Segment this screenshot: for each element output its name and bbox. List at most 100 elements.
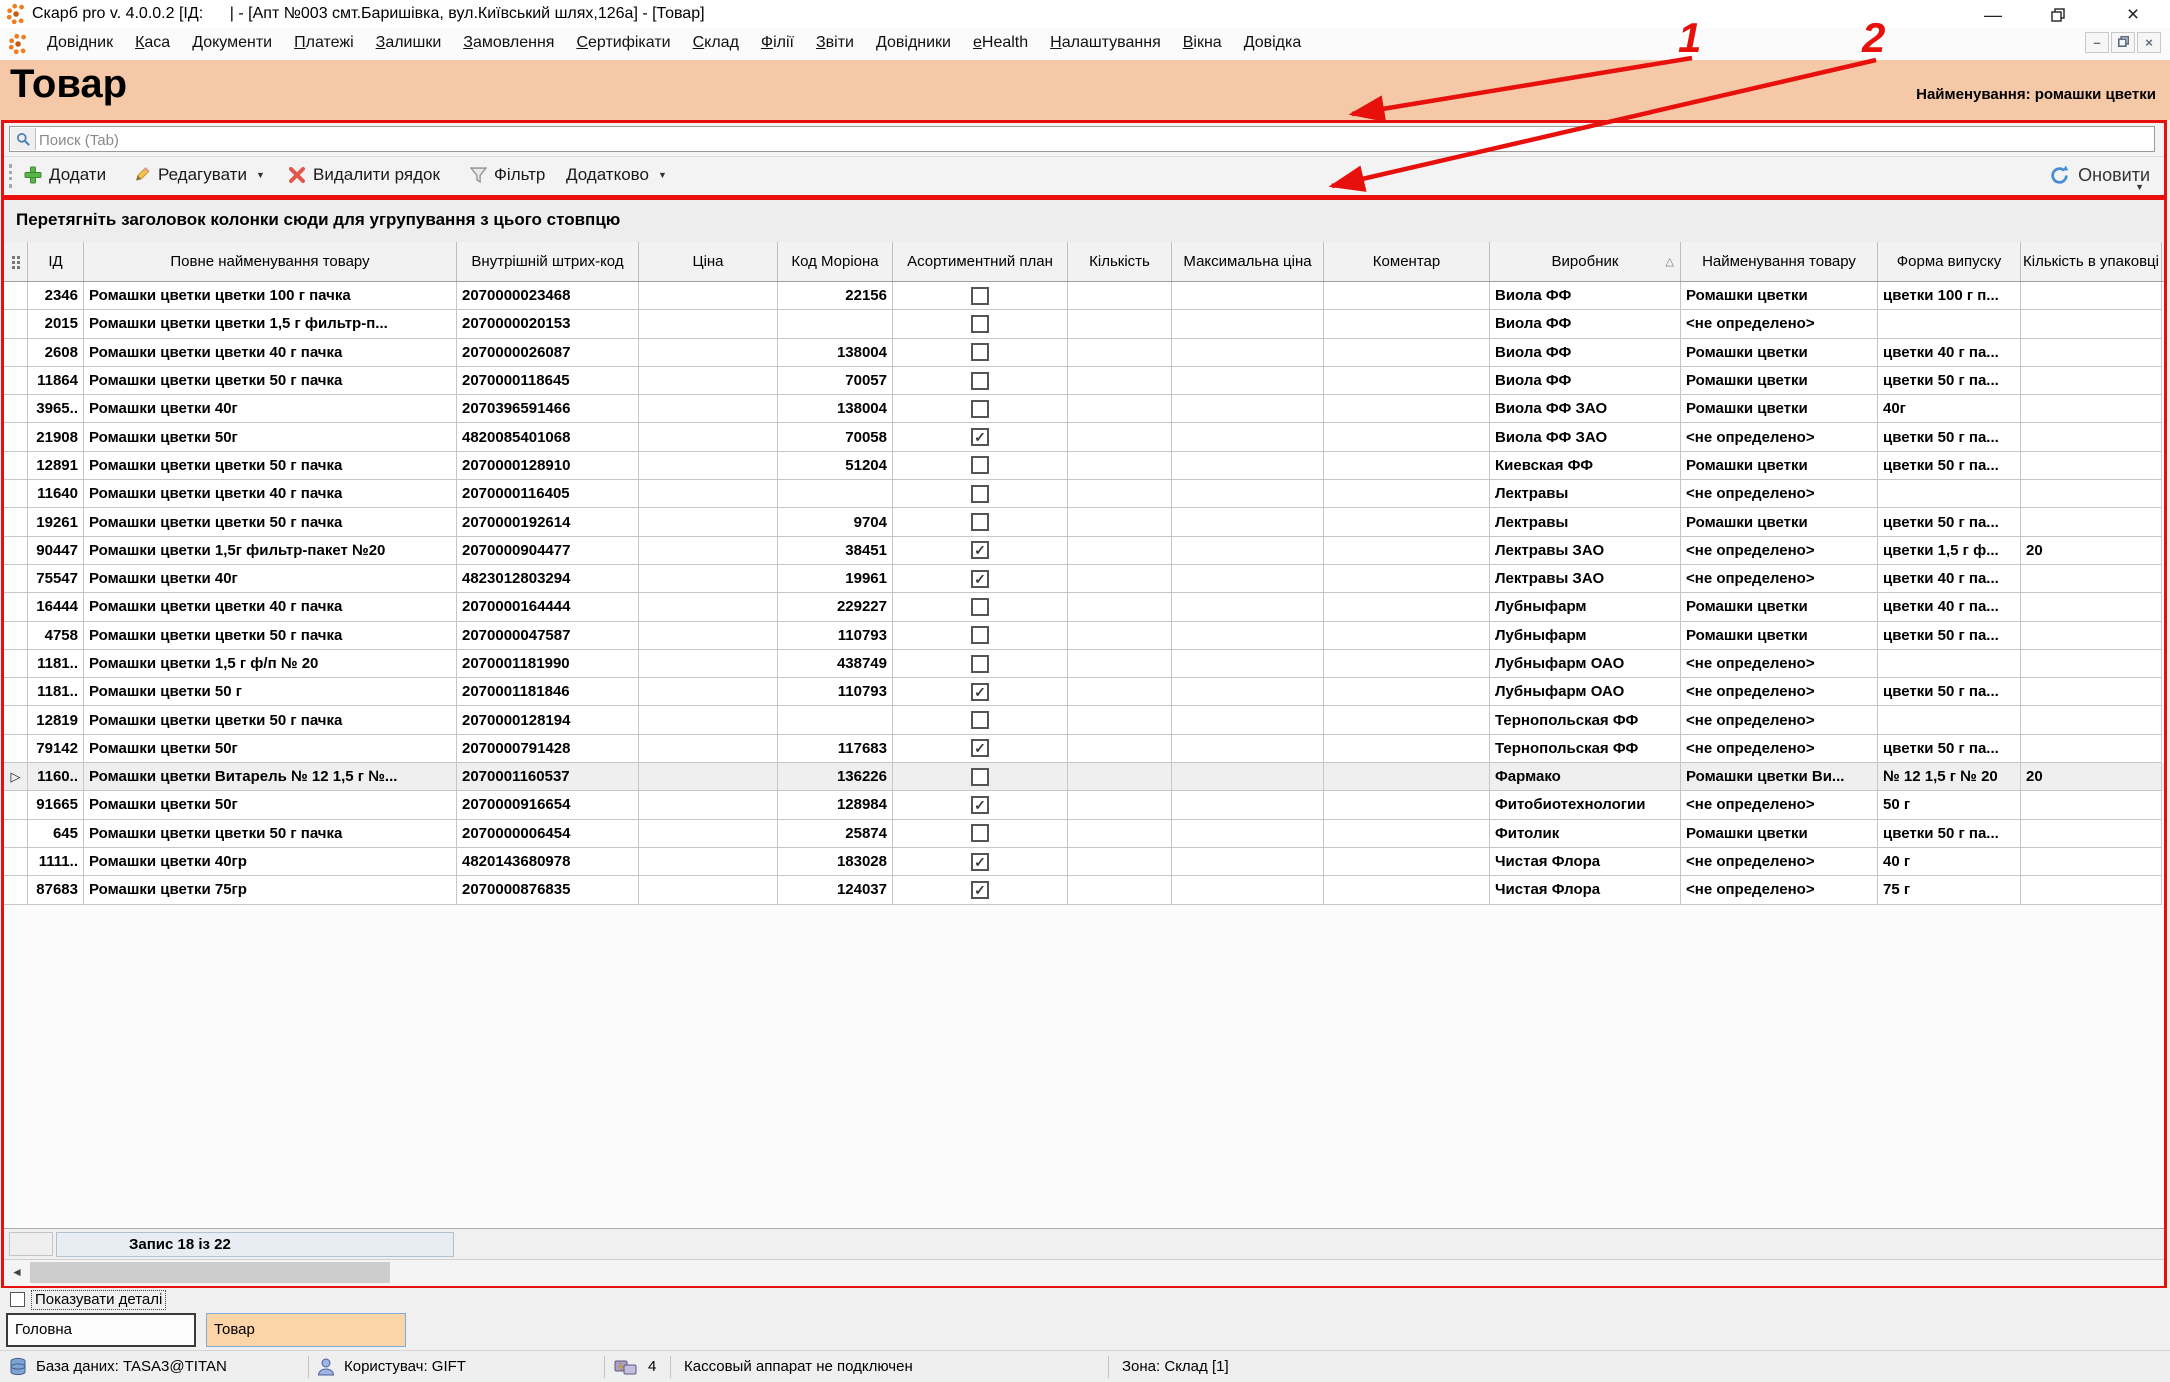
plan-checkbox[interactable] (971, 626, 989, 644)
plan-checkbox[interactable] (971, 768, 989, 786)
plan-checkbox[interactable] (971, 372, 989, 390)
menu-item-3[interactable]: Платежі (283, 32, 365, 54)
column-header-4[interactable]: Код Моріона (778, 242, 893, 281)
plan-checkbox[interactable]: ✓ (971, 683, 989, 701)
table-row[interactable]: ▷1160..Ромашки цветки Витарель № 12 1,5 … (4, 763, 2164, 791)
restore-button[interactable] (2043, 5, 2073, 27)
column-header-0[interactable]: ІД (28, 242, 84, 281)
table-row[interactable]: 90447Ромашки цветки 1,5г фильтр-пакет №2… (4, 537, 2164, 565)
plan-checkbox[interactable]: ✓ (971, 853, 989, 871)
table-row[interactable]: 1181..Ромашки цветки 50 г207000118184611… (4, 678, 2164, 706)
table-row[interactable]: 2346Ромашки цветки цветки 100 г пачка207… (4, 282, 2164, 310)
tab-tovar[interactable]: Товар (206, 1313, 406, 1347)
tab-holovna[interactable]: Головна (6, 1313, 196, 1347)
plan-checkbox[interactable]: ✓ (971, 570, 989, 588)
column-header-6[interactable]: Кількість (1068, 242, 1172, 281)
table-row[interactable]: 1181..Ромашки цветки 1,5 г ф/п № 2020700… (4, 650, 2164, 678)
menu-item-13[interactable]: Вікна (1172, 32, 1233, 54)
refresh-button[interactable]: Оновити ▼ (2049, 160, 2150, 190)
menu-item-5[interactable]: Замовлення (452, 32, 565, 54)
plan-checkbox[interactable]: ✓ (971, 428, 989, 446)
column-header-10[interactable]: Найменування товару (1681, 242, 1878, 281)
menu-item-11[interactable]: eHealth (962, 32, 1039, 54)
table-row[interactable]: 21908Ромашки цветки 50г48200854010687005… (4, 423, 2164, 451)
table-row[interactable]: 11864Ромашки цветки цветки 50 г пачка207… (4, 367, 2164, 395)
column-header-3[interactable]: Ціна (639, 242, 778, 281)
menu-item-9[interactable]: Звіти (805, 32, 865, 54)
search-box[interactable] (9, 126, 2155, 152)
plan-checkbox[interactable]: ✓ (971, 881, 989, 899)
column-header-8[interactable]: Коментар (1324, 242, 1490, 281)
column-header-2[interactable]: Внутрішній штрих-код (457, 242, 639, 281)
add-button[interactable]: Додати (18, 160, 112, 190)
mdi-restore-button[interactable] (2111, 32, 2135, 53)
table-row[interactable]: 87683Ромашки цветки 75гр2070000876835124… (4, 876, 2164, 904)
plan-checkbox[interactable] (971, 343, 989, 361)
plan-checkbox[interactable] (971, 287, 989, 305)
plan-checkbox[interactable]: ✓ (971, 541, 989, 559)
plan-checkbox[interactable]: ✓ (971, 796, 989, 814)
menu-item-8[interactable]: Філії (750, 32, 805, 54)
search-input[interactable] (37, 128, 2141, 152)
column-header-5[interactable]: Асортиментний план (893, 242, 1068, 281)
column-header-9[interactable]: Виробник△ (1490, 242, 1681, 281)
menu-item-4[interactable]: Залишки (365, 32, 453, 54)
toolbar-grip-handle[interactable] (9, 164, 15, 188)
table-row[interactable]: 12891Ромашки цветки цветки 50 г пачка207… (4, 452, 2164, 480)
table-row[interactable]: 3965..Ромашки цветки 40г2070396591466138… (4, 395, 2164, 423)
column-header-7[interactable]: Максимальна ціна (1172, 242, 1324, 281)
column-header-1[interactable]: Повне найменування товару (84, 242, 457, 281)
horizontal-scrollbar[interactable]: ◄ (4, 1259, 2164, 1286)
column-header-12[interactable]: Кількість в упаковці (2021, 242, 2162, 281)
plan-checkbox[interactable] (971, 456, 989, 474)
menu-item-10[interactable]: Довідники (865, 32, 962, 54)
column-header-label: Кількість (1089, 253, 1150, 270)
table-row[interactable]: 645Ромашки цветки цветки 50 г пачка20700… (4, 820, 2164, 848)
mdi-close-button[interactable]: × (2137, 32, 2161, 53)
filter-button[interactable]: Фільтр (464, 160, 551, 190)
menu-item-7[interactable]: Склад (682, 32, 750, 54)
table-row[interactable]: 79142Ромашки цветки 50г20700007914281176… (4, 735, 2164, 763)
table-row[interactable]: 2015Ромашки цветки цветки 1,5 г фильтр-п… (4, 310, 2164, 338)
column-header-11[interactable]: Форма випуску (1878, 242, 2021, 281)
menu-item-0[interactable]: Довідник (36, 32, 124, 54)
plan-checkbox[interactable] (971, 598, 989, 616)
more-button[interactable]: Додатково ▼ (560, 160, 673, 190)
scroll-left-arrow-icon[interactable]: ◄ (6, 1262, 28, 1283)
delete-row-button[interactable]: Видалити рядок (282, 160, 446, 190)
menu-item-2[interactable]: Документи (181, 32, 283, 54)
close-button[interactable]: × (2118, 4, 2148, 26)
menu-item-1[interactable]: Каса (124, 32, 181, 54)
menu-item-14[interactable]: Довідка (1233, 32, 1313, 54)
scrollbar-thumb[interactable] (30, 1262, 390, 1283)
cell-barcode: 2070396591466 (457, 395, 639, 423)
edit-button[interactable]: Редагувати ▼ (126, 160, 271, 190)
table-row[interactable]: 19261Ромашки цветки цветки 50 г пачка207… (4, 508, 2164, 536)
plan-checkbox[interactable]: ✓ (971, 739, 989, 757)
plan-checkbox[interactable] (971, 711, 989, 729)
show-details-checkbox[interactable] (10, 1292, 25, 1307)
cell-morion: 70058 (778, 423, 893, 451)
menu-item-6[interactable]: Сертифікати (565, 32, 681, 54)
table-row[interactable]: 1111..Ромашки цветки 40гр482014368097818… (4, 848, 2164, 876)
group-by-panel[interactable]: Перетягніть заголовок колонки сюди для у… (4, 200, 2164, 243)
mdi-minimize-button[interactable]: – (2085, 32, 2109, 53)
table-row[interactable]: 4758Ромашки цветки цветки 50 г пачка2070… (4, 622, 2164, 650)
plan-checkbox[interactable] (971, 485, 989, 503)
table-row[interactable]: 75547Ромашки цветки 40г48230128032941996… (4, 565, 2164, 593)
page-title: Товар (10, 62, 127, 107)
table-row[interactable]: 12819Ромашки цветки цветки 50 г пачка207… (4, 706, 2164, 734)
cell-pack (2021, 565, 2162, 593)
table-row[interactable]: 16444Ромашки цветки цветки 40 г пачка207… (4, 593, 2164, 621)
plan-checkbox[interactable] (971, 315, 989, 333)
plan-checkbox[interactable] (971, 400, 989, 418)
table-row[interactable]: 2608Ромашки цветки цветки 40 г пачка2070… (4, 339, 2164, 367)
table-row[interactable]: 11640Ромашки цветки цветки 40 г пачка207… (4, 480, 2164, 508)
table-row[interactable]: 91665Ромашки цветки 50г20700009166541289… (4, 791, 2164, 819)
cell-plan (893, 706, 1068, 734)
plan-checkbox[interactable] (971, 513, 989, 531)
plan-checkbox[interactable] (971, 824, 989, 842)
plan-checkbox[interactable] (971, 655, 989, 673)
menu-item-12[interactable]: Налаштування (1039, 32, 1172, 54)
minimize-button[interactable]: — (1978, 4, 2008, 26)
